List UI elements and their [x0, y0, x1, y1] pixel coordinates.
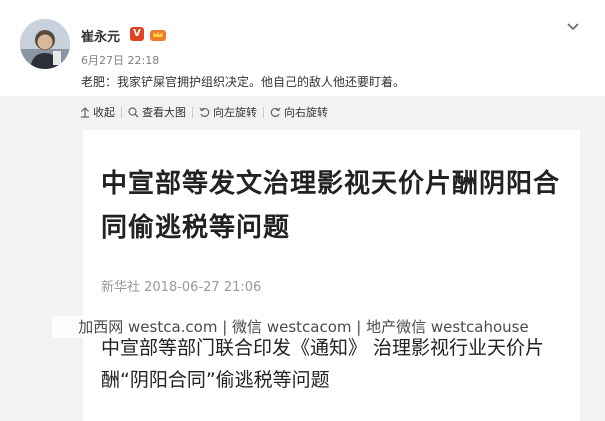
- chevron-down-icon[interactable]: [565, 18, 581, 34]
- watermark: 加西网 westca.com | 微信 westcacom | 地产微信 wes…: [52, 316, 555, 338]
- rotate-right-icon: [270, 107, 281, 117]
- collapse-icon: [81, 106, 89, 118]
- post-text: 老肥：我家铲屎官拥护组织决定。他自己的敌人他还要盯着。: [81, 75, 406, 89]
- magnifier-icon: [128, 106, 139, 117]
- news-headline: 中宣部等发文治理影视天价片酬阴阳合同偷逃税等问题: [101, 169, 561, 243]
- avatar[interactable]: [20, 19, 70, 69]
- view-large-button[interactable]: 查看大图: [128, 104, 186, 120]
- rotate-left-icon: [199, 107, 210, 117]
- username[interactable]: 崔永元: [81, 26, 120, 45]
- toolbar-divider: [192, 106, 193, 118]
- toolbar-divider: [121, 106, 122, 118]
- verified-icon: V: [130, 27, 144, 41]
- member-crown-icon: [150, 30, 166, 41]
- news-source: 新华社 2018-06-27 21:06: [101, 280, 262, 295]
- news-screenshot-image[interactable]: 中宣部等发文治理影视天价片酬阴阳合同偷逃税等问题 新华社 2018-06-27 …: [83, 130, 580, 421]
- rotate-left-button[interactable]: 向左旋转: [199, 104, 257, 120]
- view-large-label: 查看大图: [142, 106, 186, 119]
- weibo-post: 崔永元 V 6月27日 22:18 老肥：我家铲屎官拥护组织决定。他自己的敌人他…: [0, 0, 605, 421]
- image-toolbar: 收起 查看大图 向左旋转 向右旋转: [80, 103, 328, 121]
- rotate-right-label: 向右旋转: [284, 106, 328, 119]
- news-body: 中宣部等部门联合印发《通知》 治理影视行业天价片酬“阴阳合同”偷逃税等问题: [101, 337, 545, 391]
- collapse-button[interactable]: 收起: [80, 104, 115, 120]
- rotate-right-button[interactable]: 向右旋转: [270, 104, 328, 120]
- rotate-left-label: 向左旋转: [213, 106, 257, 119]
- toolbar-divider: [263, 106, 264, 118]
- post-timestamp[interactable]: 6月27日 22:18: [81, 52, 159, 68]
- collapse-label: 收起: [93, 106, 115, 119]
